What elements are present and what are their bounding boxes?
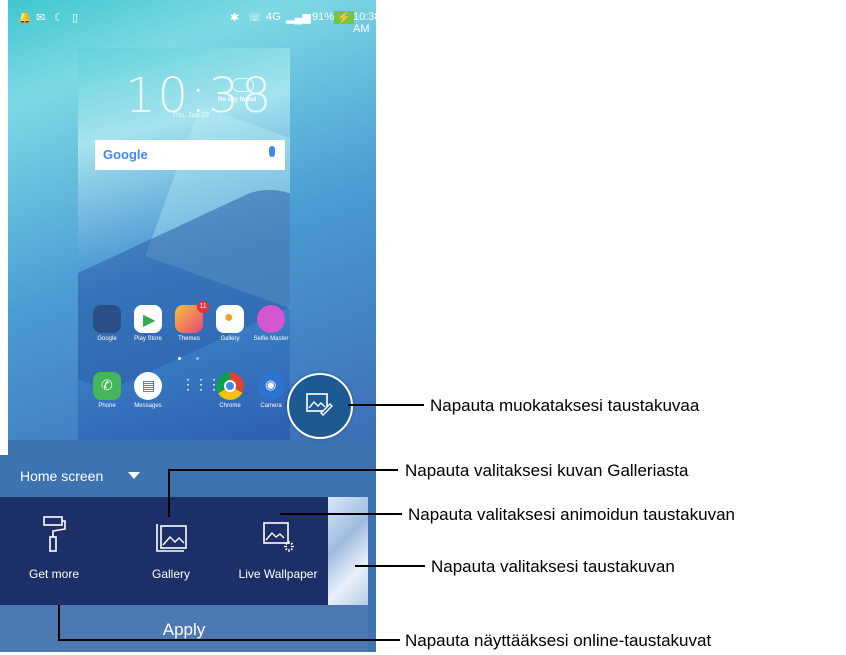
mail-icon: ✉ [36,12,46,24]
google-folder-icon [93,305,121,333]
app-phone: ✆ Phone [89,372,125,409]
google-search-bar: Google [95,140,285,170]
leader-line [168,469,398,471]
app-messages: ▤ Messages [130,372,166,409]
leader-line [168,469,170,517]
weather-label: No city found [218,97,257,103]
status-time: 10:38 AM [353,11,376,35]
messages-icon: ▤ [134,372,162,400]
annotation-live: Napauta valitaksesi animoidun taustakuva… [408,505,735,524]
signal-icon: ▂▄▆ [286,12,311,24]
annotation-thumbnail: Napauta valitaksesi taustakuvan [431,557,675,576]
edit-image-icon [306,393,333,416]
home-screen-label: Home screen [20,468,104,484]
annotation-online: Napauta näyttääksesi online-taustakuvat [405,631,712,650]
leader-line [280,513,402,515]
themes-badge: 11 [197,301,209,313]
phone-icon: ✆ [93,372,121,400]
app-themes: 11 Themes [171,301,209,342]
moon-icon: ☾ [54,12,64,24]
battery-percent: 91% [312,11,335,23]
page-indicator [178,357,181,360]
gallery-app-icon: ● [216,305,244,333]
leader-line [58,605,60,641]
leader-line [355,565,425,567]
gallery-icon [156,524,187,552]
annotation-gallery: Napauta valitaksesi kuvan Galleriasta [405,461,689,480]
play-store-icon: ▶ [134,305,162,333]
leader-line [58,639,400,641]
gallery-label: Gallery [151,567,190,581]
notification-icon: 🔔 [18,12,32,24]
leader-line [348,404,424,406]
app-chrome: Chrome [212,372,248,409]
edit-wallpaper-button[interactable] [287,373,353,439]
live-wallpaper-label: Live Wallpaper [238,567,318,581]
sd-card-icon: ▯ [72,12,79,24]
google-logo: Google [103,147,148,162]
live-wallpaper-option[interactable]: Live Wallpaper [228,515,328,581]
battery-icon: ⚡ [334,11,354,24]
gallery-option[interactable]: Gallery [141,515,201,581]
live-wallpaper-icon [263,522,294,552]
page-indicator [196,357,199,360]
get-more-option[interactable]: Get more [24,515,84,581]
app-drawer-icon: ⋮⋮⋮ [181,376,221,392]
app-drawer: ⋮⋮⋮ [171,372,221,400]
app-gallery: ● Gallery [212,305,248,342]
status-bar: 🔔 ✉ ☾ ▯ ✱ ☏ 4G ▂▄▆ 91% ⚡ 10:38 AM [8,0,376,36]
chrome-icon [216,372,244,400]
call-icon: ☏ [248,12,262,24]
bluetooth-icon: ✱ [230,12,240,24]
apply-button[interactable]: Apply [0,605,368,652]
camera-icon: ◉ [257,372,285,400]
app-selfie-master: Selfie Master [253,305,289,342]
network-label: 4G [266,11,281,23]
app-camera: ◉ Camera [253,372,289,409]
cloud-icon [232,78,254,92]
date-label: Thu, Jun 29 [172,112,209,119]
get-more-label: Get more [28,567,79,581]
annotation-edit: Napauta muokataksesi taustakuvaa [430,396,700,415]
dropdown-caret-icon [128,472,140,479]
paint-roller-icon [43,516,66,552]
app-google: Google [89,305,125,342]
selfie-master-icon [257,305,285,333]
app-play-store: ▶ Play Store [130,305,166,342]
mic-icon [269,146,275,157]
